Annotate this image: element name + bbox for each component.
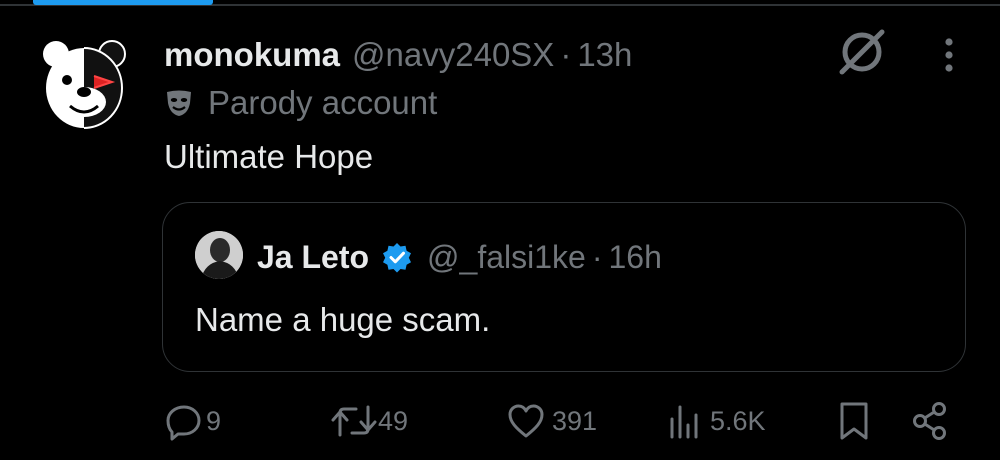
grok-icon bbox=[839, 29, 885, 75]
reply-count: 9 bbox=[206, 405, 222, 436]
share-button[interactable] bbox=[910, 398, 950, 444]
views-button[interactable]: 5.6K bbox=[668, 398, 766, 444]
quoted-display-name[interactable]: Ja Leto bbox=[257, 239, 369, 276]
quoted-post[interactable]: Ja Leto @_falsi1ke · 16h Name a huge sca… bbox=[162, 202, 966, 372]
bookmark-icon bbox=[840, 402, 868, 440]
separator-dot: · bbox=[560, 36, 572, 73]
views-count: 5.6K bbox=[710, 405, 766, 436]
quoted-header: Ja Leto @_falsi1ke · 16h bbox=[257, 233, 662, 281]
quoted-separator-dot: · bbox=[591, 238, 603, 275]
post-header: monokuma @navy240SX · 13h bbox=[164, 30, 632, 80]
active-tab-indicator bbox=[33, 0, 213, 5]
post-text: Ultimate Hope bbox=[164, 138, 374, 175]
like-count: 391 bbox=[552, 405, 598, 436]
verified-badge-icon bbox=[383, 243, 412, 273]
user-handle[interactable]: @navy240SX bbox=[352, 36, 554, 74]
like-icon bbox=[508, 404, 544, 438]
quoted-handle[interactable]: @_falsi1ke bbox=[427, 239, 586, 276]
quoted-avatar-image bbox=[195, 231, 243, 279]
parody-mask-icon bbox=[167, 90, 191, 116]
reply-icon bbox=[166, 405, 201, 441]
post-time[interactable]: 13h bbox=[577, 36, 632, 74]
grok-button[interactable] bbox=[836, 26, 888, 78]
bookmark-button[interactable] bbox=[836, 398, 872, 444]
repost-icon bbox=[331, 405, 377, 437]
more-icon bbox=[945, 38, 953, 72]
parody-label: Parody account bbox=[164, 82, 437, 124]
display-name[interactable]: monokuma bbox=[164, 36, 340, 74]
repost-count: 49 bbox=[378, 405, 409, 436]
action-bar: 9 49 391 5.6K bbox=[0, 398, 1000, 444]
reply-button[interactable]: 9 bbox=[164, 398, 221, 444]
repost-button[interactable]: 49 bbox=[330, 398, 408, 444]
quoted-avatar[interactable] bbox=[195, 231, 243, 279]
avatar[interactable] bbox=[40, 40, 128, 136]
parody-label-text: Parody account bbox=[208, 84, 438, 121]
quoted-time[interactable]: 16h bbox=[608, 239, 661, 276]
monokuma-avatar-icon bbox=[43, 40, 126, 129]
views-icon bbox=[670, 405, 698, 439]
like-button[interactable]: 391 bbox=[506, 398, 597, 444]
more-button[interactable] bbox=[934, 32, 964, 78]
share-icon bbox=[913, 402, 946, 440]
quoted-text: Name a huge scam. bbox=[195, 301, 491, 338]
